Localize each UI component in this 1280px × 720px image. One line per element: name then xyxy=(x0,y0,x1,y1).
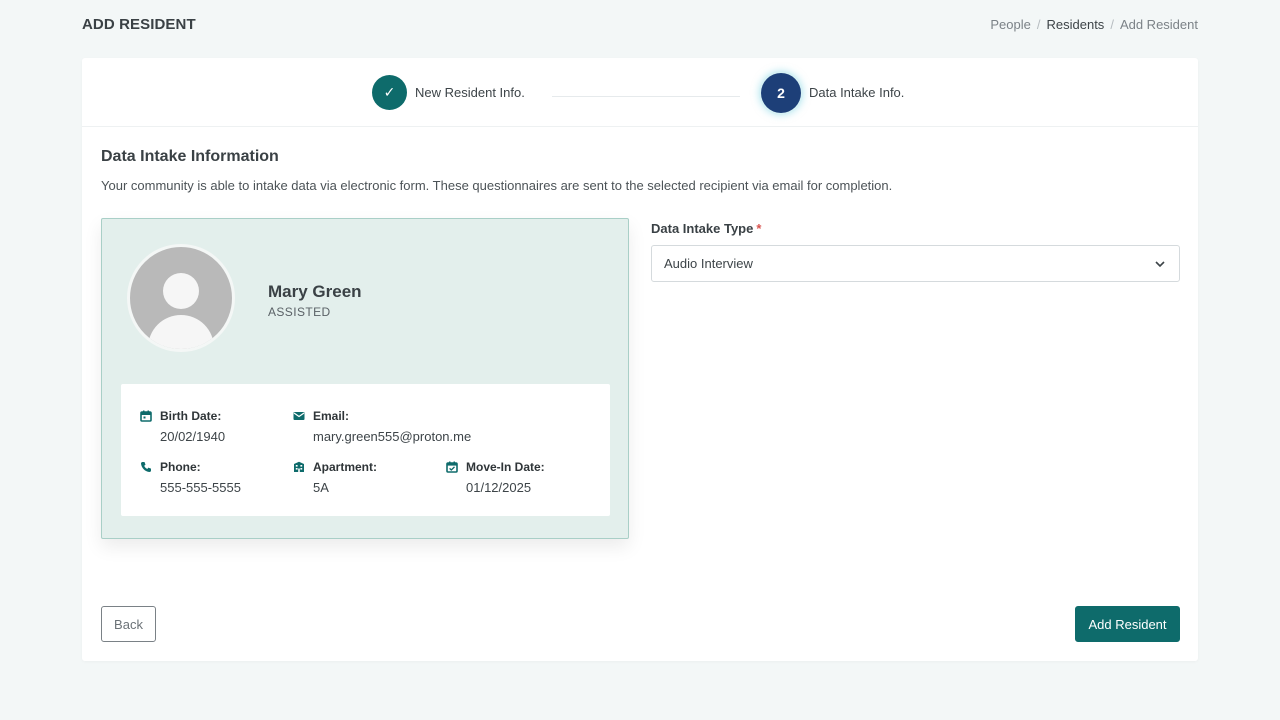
data-intake-type-select[interactable]: Audio Interview xyxy=(651,245,1180,282)
step-2-number: 2 xyxy=(761,72,801,113)
detail-birth-date: Birth Date: 20/02/1940 xyxy=(140,409,225,444)
data-intake-type-label-text: Data Intake Type xyxy=(651,221,754,236)
avatar-head xyxy=(163,273,199,309)
add-resident-button[interactable]: Add Resident xyxy=(1075,606,1180,642)
birth-date-value: 20/02/1940 xyxy=(160,429,226,444)
step-2-label: Data Intake Info. xyxy=(809,85,905,100)
email-value: mary.green555@proton.me xyxy=(313,429,472,444)
breadcrumb: People / Residents / Add Resident xyxy=(990,17,1198,32)
email-label: Email: xyxy=(313,409,350,423)
step-data-intake-info[interactable]: 2 Data Intake Info. xyxy=(761,58,904,127)
detail-apartment: Apartment: 5A xyxy=(293,460,377,495)
move-in-date-value: 01/12/2025 xyxy=(466,480,532,495)
back-button[interactable]: Back xyxy=(101,606,156,642)
step-1-label: New Resident Info. xyxy=(415,85,525,100)
calendar-check-icon xyxy=(446,461,458,473)
step-new-resident-info[interactable]: ✓ New Resident Info. xyxy=(372,58,525,127)
apartment-label: Apartment: xyxy=(313,460,378,474)
breadcrumb-people[interactable]: People xyxy=(990,17,1030,32)
resident-details: Birth Date: 20/02/1940 Email: mary.green… xyxy=(121,384,610,516)
page-title: ADD RESIDENT xyxy=(82,16,196,33)
step-1-check-icon: ✓ xyxy=(372,75,407,110)
calendar-icon xyxy=(140,410,152,422)
breadcrumb-separator: / xyxy=(1110,17,1114,32)
apartment-value: 5A xyxy=(313,480,329,495)
avatar xyxy=(127,244,235,352)
resident-care-level: ASSISTED xyxy=(268,305,331,319)
avatar-body xyxy=(148,315,214,349)
section-title: Data Intake Information xyxy=(101,148,279,165)
breadcrumb-separator: / xyxy=(1036,17,1041,32)
building-icon xyxy=(294,461,304,472)
data-intake-type-label: Data Intake Type * xyxy=(651,221,761,236)
add-resident-card: ✓ New Resident Info. 2 Data Intake Info.… xyxy=(82,58,1198,661)
data-intake-type-value: Audio Interview xyxy=(664,256,753,271)
chevron-down-icon xyxy=(1155,261,1165,268)
birth-date-label: Birth Date: xyxy=(160,409,222,423)
move-in-date-label: Move-In Date: xyxy=(466,460,545,474)
detail-move-in-date: Move-In Date: 01/12/2025 xyxy=(446,460,545,495)
required-marker: * xyxy=(756,221,762,236)
step-connector xyxy=(552,96,740,97)
resident-name: Mary Green xyxy=(268,282,362,301)
detail-phone: Phone: 555-555-5555 xyxy=(140,460,241,495)
page-header: ADD RESIDENT People / Residents / Add Reside… xyxy=(82,16,1198,34)
phone-value: 555-555-5555 xyxy=(160,480,241,495)
section-description: Your community is able to intake data vi… xyxy=(101,178,893,193)
breadcrumb-residents[interactable]: Residents xyxy=(1047,17,1105,32)
phone-icon xyxy=(141,462,151,472)
envelope-icon xyxy=(293,412,305,420)
breadcrumb-current: Add Resident xyxy=(1119,17,1198,32)
resident-summary-card: Mary Green ASSISTED Birth Date: 20/02/19… xyxy=(101,218,629,539)
detail-email: Email: mary.green555@proton.me xyxy=(293,409,471,444)
phone-label: Phone: xyxy=(160,460,201,474)
stepper: ✓ New Resident Info. 2 Data Intake Info. xyxy=(82,58,1198,127)
